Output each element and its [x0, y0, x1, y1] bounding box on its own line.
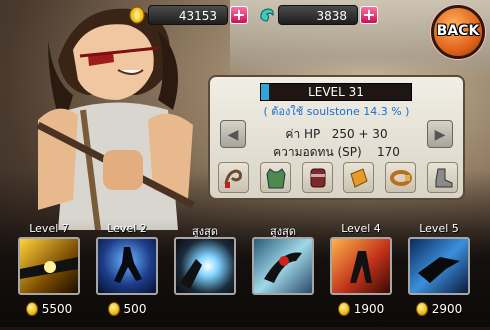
- level-info-panel: LEVEL 31 ( ต้องใช้ soulstone 14.3 % ) ◀ …: [208, 75, 465, 200]
- level-progress-bar: LEVEL 31: [260, 83, 412, 101]
- skill-level-label: Level 5: [419, 222, 459, 235]
- gold-coin-icon: [415, 302, 428, 316]
- add-gold-button[interactable]: +: [230, 6, 248, 24]
- skill-price: 2900: [408, 302, 470, 316]
- soulstone-value: 3838: [278, 5, 358, 25]
- skill-slot-4[interactable]: สูงสุด: [252, 218, 314, 327]
- skill-5-icon: [330, 237, 392, 295]
- skill-level-label: Level 2: [107, 222, 147, 235]
- equipment-slot-whip[interactable]: [218, 162, 249, 193]
- skill-2-icon: [96, 237, 158, 295]
- level-text: LEVEL 31: [308, 85, 364, 99]
- skill-bar: Level 7 5500 Level 2 500 สูงสุด สูงสุด L…: [0, 218, 490, 327]
- soulstone-needed-text: ( ต้องใช้ soulstone 14.3 % ): [263, 105, 410, 118]
- skill-price: 5500: [18, 302, 80, 316]
- hero-character: [36, 8, 195, 230]
- skill-slot-1[interactable]: Level 7 5500: [18, 218, 80, 327]
- sp-stat: ความอดทน (SP) 170: [210, 143, 463, 162]
- skill-price-value: 2900: [431, 302, 463, 316]
- back-button[interactable]: BACK: [431, 5, 485, 59]
- equipment-slot-shoe[interactable]: [426, 162, 458, 193]
- skill-slot-2[interactable]: Level 2 500: [96, 218, 158, 327]
- shoe-icon: [435, 168, 453, 188]
- gold-coin-icon: [129, 6, 145, 24]
- equipment-slot-belt[interactable]: [385, 162, 417, 193]
- gold-currency: 43153 +: [128, 4, 248, 26]
- equipment-slot-vest[interactable]: [259, 162, 291, 193]
- hp-value: 250 + 30: [331, 127, 388, 141]
- skill-3-icon: [174, 237, 236, 295]
- soulstone-icon: [260, 8, 274, 22]
- vest-icon: [266, 168, 286, 189]
- equipment-slot-boots[interactable]: [301, 162, 333, 193]
- whip-icon: [224, 169, 242, 188]
- skill-price-value: 500: [123, 302, 147, 316]
- skill-level-label: Level 4: [341, 222, 381, 235]
- equipment-slot-scroll[interactable]: [343, 162, 375, 193]
- scroll-icon: [350, 168, 369, 188]
- gold-coin-icon: [25, 302, 38, 316]
- skill-slot-5[interactable]: Level 4 1900: [330, 218, 392, 327]
- skill-1-icon: [18, 237, 80, 295]
- skill-price: 500: [96, 302, 158, 316]
- skill-level-label: Level 7: [29, 222, 69, 235]
- hp-stat: ค่า HP 250 + 30: [210, 125, 463, 144]
- soulstone-currency: 3838 +: [258, 4, 378, 26]
- sp-value: 170: [376, 145, 400, 159]
- skill-slot-3[interactable]: สูงสุด: [174, 218, 236, 327]
- skill-4-icon: [252, 237, 314, 295]
- sp-label: ความอดทน (SP): [273, 145, 362, 159]
- gold-coin-icon: [337, 302, 350, 316]
- skill-price-value: 1900: [353, 302, 385, 316]
- boots-icon: [310, 168, 326, 188]
- skill-price-value: 5500: [41, 302, 73, 316]
- skill-price: 1900: [330, 302, 392, 316]
- add-soulstone-button[interactable]: +: [360, 6, 378, 24]
- belt-icon: [390, 170, 413, 186]
- skill-6-icon: [408, 237, 470, 295]
- equipment-items: [218, 162, 458, 196]
- gold-coin-icon: [107, 302, 120, 316]
- hp-label: ค่า HP: [285, 127, 321, 141]
- gold-value: 43153: [148, 5, 228, 25]
- skill-slot-6[interactable]: Level 5 2900: [408, 218, 470, 327]
